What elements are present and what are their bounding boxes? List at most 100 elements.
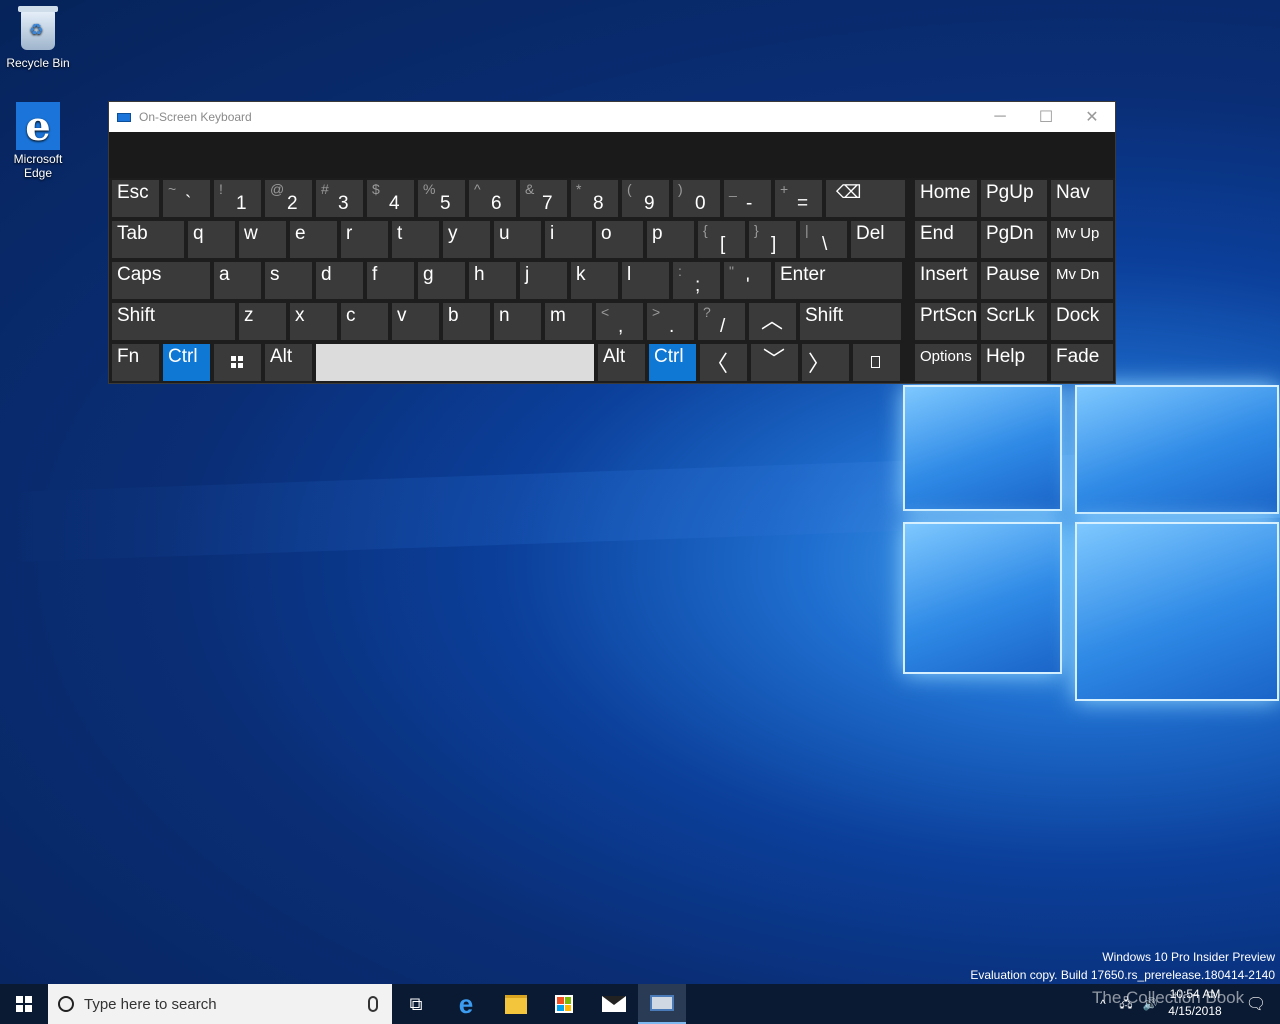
key-dock[interactable]: Dock xyxy=(1051,303,1113,340)
key-shift-label: > xyxy=(652,304,661,320)
key-shift-left[interactable]: Shift xyxy=(112,303,235,340)
key-u[interactable]: u xyxy=(494,221,541,258)
key-t[interactable]: t xyxy=(392,221,439,258)
key-sym[interactable]: | \ xyxy=(800,221,847,258)
key-`[interactable]: ~ ` xyxy=(163,180,210,217)
key-9[interactable]: (9 xyxy=(622,180,669,217)
start-button[interactable] xyxy=(0,984,48,1024)
key-5[interactable]: % 5 xyxy=(418,180,465,217)
key-m[interactable]: m xyxy=(545,303,592,340)
microphone-icon[interactable] xyxy=(368,996,378,1012)
key-esc[interactable]: Esc xyxy=(112,180,159,217)
key-tab[interactable]: Tab xyxy=(112,221,184,258)
key-sym[interactable]: {[ xyxy=(698,221,745,258)
key-j[interactable]: j xyxy=(520,262,567,299)
key-home[interactable]: Home xyxy=(915,180,977,217)
key-o[interactable]: o xyxy=(596,221,643,258)
key-del[interactable]: Del xyxy=(851,221,905,258)
key-l[interactable]: l xyxy=(622,262,669,299)
key-6[interactable]: ^ 6 xyxy=(469,180,516,217)
key-end[interactable]: End xyxy=(915,221,977,258)
key-k[interactable]: k xyxy=(571,262,618,299)
key-s[interactable]: s xyxy=(265,262,312,299)
taskbar-search-box[interactable]: Type here to search xyxy=(48,984,392,1024)
key-v[interactable]: v xyxy=(392,303,439,340)
key-scrlk[interactable]: ScrLk xyxy=(981,303,1047,340)
key-n[interactable]: n xyxy=(494,303,541,340)
key--[interactable]: _ - xyxy=(724,180,771,217)
key-0[interactable]: ) 0 xyxy=(673,180,720,217)
desktop-icon-edge[interactable]: e Microsoft Edge xyxy=(0,102,76,180)
close-button[interactable]: ✕ xyxy=(1069,102,1115,132)
key-up-arrow[interactable]: ︿ xyxy=(749,303,796,340)
key-main-label: - xyxy=(746,193,753,214)
key-x[interactable]: x xyxy=(290,303,337,340)
key-backspace[interactable]: ⌫ xyxy=(826,180,905,217)
maximize-button[interactable]: ☐ xyxy=(1023,102,1069,132)
key-right-arrow[interactable]: 〉 xyxy=(802,344,849,381)
key-c[interactable]: c xyxy=(341,303,388,340)
key-mvdn[interactable]: Mv Dn xyxy=(1051,262,1113,299)
key-8[interactable]: * 8 xyxy=(571,180,618,217)
key-p[interactable]: p xyxy=(647,221,694,258)
key-2[interactable]: @2 xyxy=(265,180,312,217)
key-i[interactable]: i xyxy=(545,221,592,258)
key-e[interactable]: e xyxy=(290,221,337,258)
key-prtscn[interactable]: PrtScn xyxy=(915,303,977,340)
key-sym[interactable]: ? / xyxy=(698,303,745,340)
key-sym[interactable]: <, xyxy=(596,303,643,340)
key-label: Dock xyxy=(1056,305,1100,326)
key-windows[interactable] xyxy=(214,344,261,381)
key-q[interactable]: q xyxy=(188,221,235,258)
task-view-icon[interactable]: ⧉ xyxy=(392,984,440,1024)
key-pgup[interactable]: PgUp xyxy=(981,180,1047,217)
key-a[interactable]: a xyxy=(214,262,261,299)
key-alt-right[interactable]: Alt xyxy=(598,344,645,381)
key-d[interactable]: d xyxy=(316,262,363,299)
key-menu[interactable] xyxy=(853,344,900,381)
key-ctrl-right[interactable]: Ctrl xyxy=(649,344,696,381)
key-sym[interactable]: }] xyxy=(749,221,796,258)
file-explorer-icon[interactable] xyxy=(492,984,540,1024)
key-y[interactable]: y xyxy=(443,221,490,258)
key-ctrl-left[interactable]: Ctrl xyxy=(163,344,210,381)
key-h[interactable]: h xyxy=(469,262,516,299)
key-sym[interactable]: " ' xyxy=(724,262,771,299)
key-alt-left[interactable]: Alt xyxy=(265,344,312,381)
key-shift-right[interactable]: Shift xyxy=(800,303,901,340)
key-nav[interactable]: Nav xyxy=(1051,180,1113,217)
on-screen-keyboard-taskbar-icon[interactable] xyxy=(638,984,686,1024)
title-bar[interactable]: On-Screen Keyboard ─ ☐ ✕ xyxy=(109,102,1115,132)
key-z[interactable]: z xyxy=(239,303,286,340)
key-4[interactable]: $4 xyxy=(367,180,414,217)
key-f[interactable]: f xyxy=(367,262,414,299)
key-sym[interactable]: :; xyxy=(673,262,720,299)
key-options[interactable]: Options xyxy=(915,344,977,381)
key-g[interactable]: g xyxy=(418,262,465,299)
key-help[interactable]: Help xyxy=(981,344,1047,381)
key-caps[interactable]: Caps xyxy=(112,262,210,299)
key-mvup[interactable]: Mv Up xyxy=(1051,221,1113,258)
key-r[interactable]: r xyxy=(341,221,388,258)
key-1[interactable]: ! 1 xyxy=(214,180,261,217)
store-icon[interactable] xyxy=(540,984,588,1024)
key-pause[interactable]: Pause xyxy=(981,262,1047,299)
key-w[interactable]: w xyxy=(239,221,286,258)
mail-icon[interactable] xyxy=(590,984,638,1024)
key-down-arrow[interactable]: ﹀ xyxy=(751,344,798,381)
minimize-button[interactable]: ─ xyxy=(977,102,1023,132)
key-fade[interactable]: Fade xyxy=(1051,344,1113,381)
key-3[interactable]: #3 xyxy=(316,180,363,217)
key-left-arrow[interactable]: 〈 xyxy=(700,344,747,381)
key-pgdn[interactable]: PgDn xyxy=(981,221,1047,258)
key-b[interactable]: b xyxy=(443,303,490,340)
key-=[interactable]: + = xyxy=(775,180,822,217)
key-fn[interactable]: Fn xyxy=(112,344,159,381)
key-space[interactable] xyxy=(316,344,594,381)
key-sym[interactable]: >. xyxy=(647,303,694,340)
edge-taskbar-icon[interactable]: e xyxy=(442,984,490,1024)
key-insert[interactable]: Insert xyxy=(915,262,977,299)
key-enter[interactable]: Enter xyxy=(775,262,902,299)
key-7[interactable]: & 7 xyxy=(520,180,567,217)
desktop-icon-recycle-bin[interactable]: ♻ Recycle Bin xyxy=(0,6,76,70)
